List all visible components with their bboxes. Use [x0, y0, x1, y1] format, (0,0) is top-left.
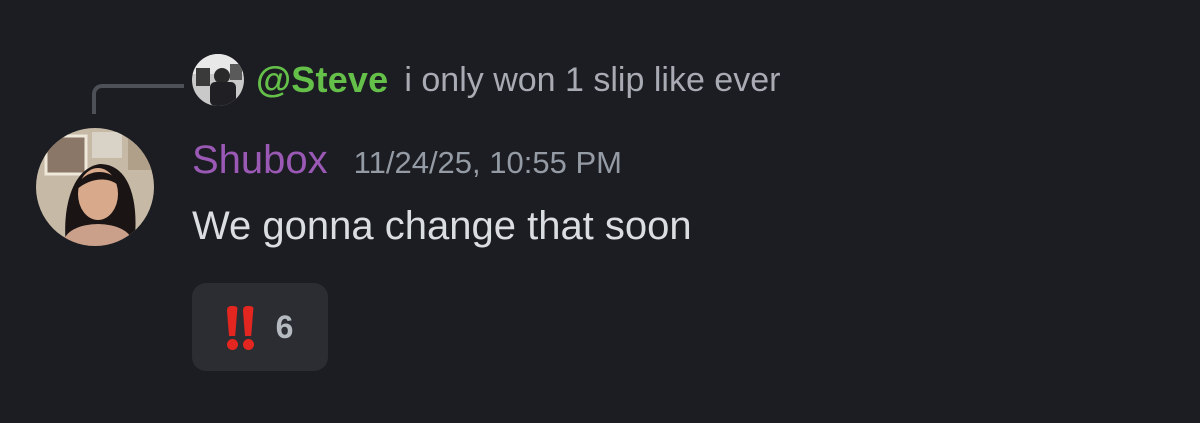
reaction-button[interactable]: 6 — [192, 283, 328, 371]
chat-message: @Steve i only won 1 slip like ever Shubo… — [0, 0, 1200, 423]
reply-message-text[interactable]: i only won 1 slip like ever — [404, 61, 780, 100]
username[interactable]: Shubox — [192, 138, 328, 183]
reply-connector-line — [92, 84, 184, 114]
reply-author-mention[interactable]: @Steve — [256, 59, 388, 101]
message-header: Shubox 11/24/25, 10:55 PM — [192, 138, 622, 183]
timestamp: 11/24/25, 10:55 PM — [353, 145, 622, 180]
reply-avatar[interactable] — [192, 54, 244, 106]
reaction-count: 6 — [275, 308, 294, 345]
message-content: We gonna change that soon — [192, 204, 692, 248]
avatar[interactable] — [36, 128, 154, 246]
reply-preview[interactable]: @Steve i only won 1 slip like ever — [192, 52, 780, 108]
double-exclamation-icon — [226, 306, 254, 350]
